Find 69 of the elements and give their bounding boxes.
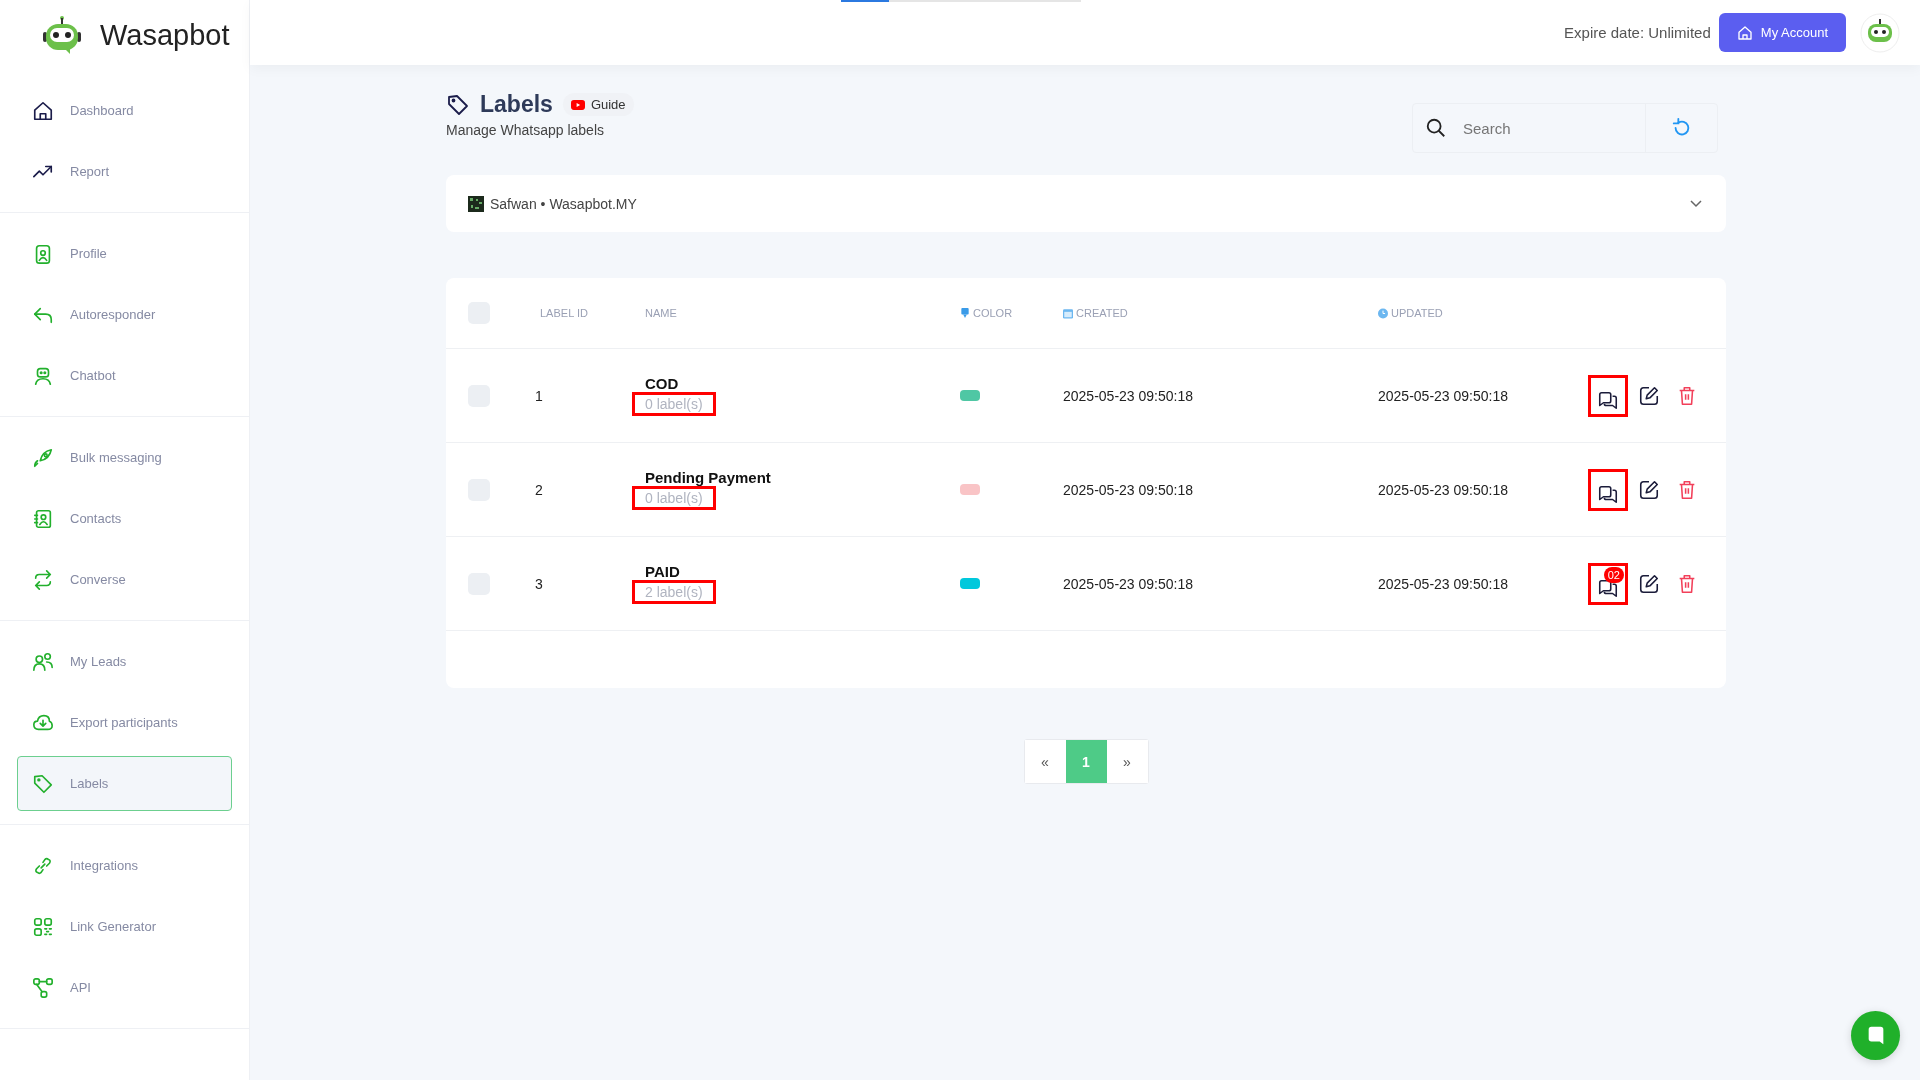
table-cell-text: 2025-05-23 09:50:18	[1378, 481, 1509, 498]
swap-arrows-icon	[32, 568, 54, 591]
column-header: CREATED	[1076, 307, 1128, 319]
table-cell-text: 2025-05-23 09:50:18	[1063, 387, 1194, 404]
sidebar-item[interactable]: API	[17, 960, 232, 1015]
sidebar-item[interactable]: My Leads	[17, 634, 232, 689]
page-button[interactable]: 1	[1065, 740, 1107, 783]
sidebar-item[interactable]: Converse	[17, 552, 232, 607]
table-cell-text: 2025-05-23 09:50:18	[1063, 575, 1194, 592]
table-cell-text: 2	[535, 481, 544, 498]
contact-book-icon	[32, 507, 54, 530]
sidebar-item[interactable]: Profile	[17, 226, 232, 281]
search-bar[interactable]: Search	[1412, 103, 1718, 153]
edit-icon	[1638, 572, 1660, 595]
sidebar-item[interactable]: Link Generator	[17, 899, 232, 954]
table-cell-text: 3	[535, 575, 544, 592]
expire-date: Expire date: Unlimited	[1564, 24, 1711, 41]
label-name: PAID	[644, 563, 680, 580]
chevron-down-icon	[1690, 199, 1702, 208]
users-icon	[32, 650, 54, 673]
table-cell-text: 2025-05-23 09:50:18	[1378, 575, 1509, 592]
sidebar-item[interactable]: Report	[17, 144, 232, 199]
tag-icon	[446, 92, 470, 117]
guide-link[interactable]: Guide	[562, 93, 634, 116]
label-name: COD	[644, 375, 679, 392]
robot-avatar[interactable]	[1860, 12, 1900, 53]
search-field[interactable]: Search	[1461, 107, 1625, 149]
home-icon	[1736, 24, 1753, 41]
chat-button[interactable]: 02	[1588, 562, 1628, 605]
label-name: Pending Payment	[644, 469, 771, 486]
column-header: UPDATED	[1391, 307, 1443, 319]
sidebar-item[interactable]: Integrations	[17, 838, 232, 893]
sidebar-item[interactable]: Autoresponder	[17, 287, 232, 342]
my-account-button[interactable]: My Account	[1718, 13, 1846, 52]
sidebar-item[interactable]: Contacts	[17, 491, 232, 546]
marker-icon	[960, 307, 970, 319]
sidebar-item[interactable]: Labels	[17, 756, 232, 811]
clock-icon	[1378, 307, 1388, 319]
edit-icon	[1638, 478, 1660, 501]
sidebar-item[interactable]: Export participants	[17, 695, 232, 750]
chat-button[interactable]	[1588, 374, 1628, 417]
page-subtitle: Manage Whatsapp labels	[446, 122, 605, 138]
search-icon	[1425, 117, 1447, 139]
table-cell-text: 1	[535, 387, 544, 404]
nodes-icon	[32, 976, 54, 999]
sidebar-item[interactable]: Dashboard	[17, 83, 232, 138]
sidebar-item[interactable]: Chatbot	[17, 348, 232, 403]
column-header: COLOR	[973, 307, 1013, 319]
column-header: NAME	[645, 307, 678, 319]
calendar-icon	[1063, 307, 1073, 319]
count-badge: 02	[1603, 566, 1624, 583]
tag-icon	[32, 772, 54, 795]
edit-icon	[1638, 384, 1660, 407]
qr-code-icon	[32, 915, 54, 938]
sidebar-item[interactable]: Bulk messaging	[17, 430, 232, 485]
column-header: LABEL ID	[540, 307, 589, 319]
label-count: 2 label(s)	[632, 580, 716, 604]
chat-button[interactable]	[1588, 468, 1628, 511]
home-icon	[32, 99, 54, 122]
device-select[interactable]: Safwan • Wasapbot.MY	[446, 175, 1726, 232]
brand-name: Wasapbot	[100, 18, 230, 52]
chat-launcher-button[interactable]	[1851, 1011, 1900, 1060]
table-cell-text: 2025-05-23 09:50:18	[1378, 387, 1509, 404]
label-count: 0 label(s)	[632, 486, 716, 510]
table-cell-text: 2025-05-23 09:50:18	[1063, 481, 1194, 498]
page-title: Labels	[480, 91, 553, 118]
video-play-icon	[570, 99, 585, 110]
label-count: 0 label(s)	[632, 392, 716, 416]
qr-code-icon	[468, 195, 484, 212]
